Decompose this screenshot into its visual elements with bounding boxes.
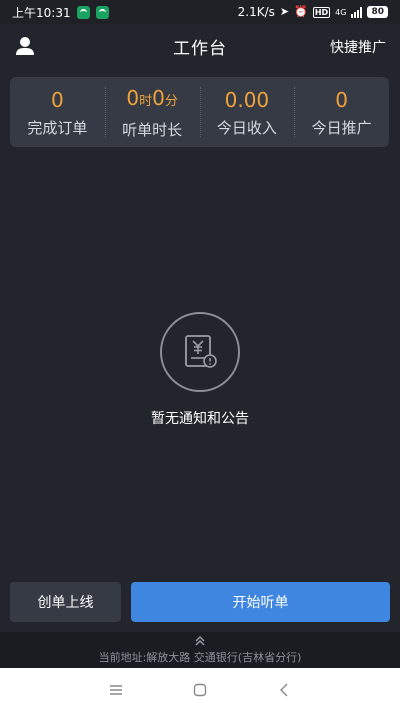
clock: 上午10:31 — [12, 5, 71, 20]
page-title: 工作台 — [173, 38, 227, 59]
hours-value: 0 — [126, 85, 140, 110]
battery-indicator: 80 — [367, 6, 388, 18]
back-nav-icon[interactable] — [277, 683, 291, 697]
empty-message: 暂无通知和公告 — [151, 411, 249, 427]
minutes-value: 0 — [152, 85, 165, 110]
app-notification-icon — [76, 5, 90, 19]
signal-icon — [351, 6, 363, 18]
current-address: 当前地址:解放大路 交通银行(吉林省分行) — [98, 651, 302, 664]
start-listening-button[interactable]: 开始听单 — [131, 582, 390, 622]
chevron-up-icon[interactable] — [193, 635, 207, 647]
minutes-unit: 分 — [164, 93, 178, 109]
alarm-icon: ⏰ — [294, 5, 308, 18]
stat-today-promote[interactable]: 0 今日推广 — [294, 77, 389, 147]
header: 工作台 快捷推广 — [0, 24, 400, 68]
stat-value: 0 — [51, 87, 64, 112]
hours-unit: 时 — [139, 93, 153, 109]
empty-circle — [160, 312, 240, 392]
status-bar-left: 上午10:31 — [12, 4, 109, 21]
hd-badge: HD — [312, 6, 331, 18]
stat-label: 完成订单 — [27, 118, 88, 137]
receipt-yuan-icon — [185, 335, 217, 368]
user-icon[interactable] — [14, 36, 36, 56]
network-speed: 2.1K/s — [237, 5, 275, 19]
stat-value: 0时0分 — [126, 85, 178, 115]
create-order-online-button[interactable]: 创单上线 — [10, 582, 121, 622]
quick-promote-button[interactable]: 快捷推广 — [330, 37, 386, 57]
stat-value: 0 — [335, 87, 348, 112]
stat-listen-duration[interactable]: 0时0分 听单时长 — [104, 77, 200, 147]
address-bar[interactable]: 当前地址:解放大路 交通银行(吉林省分行) — [0, 632, 400, 668]
status-bar-right: 2.1K/s ➤ ⏰ HD 4G 80 — [238, 5, 388, 19]
stat-today-income[interactable]: 0.00 今日收入 — [199, 77, 295, 147]
stats-card: 0 完成订单 0时0分 听单时长 0.00 今日收入 0 今日推广 — [10, 77, 389, 147]
menu-nav-icon[interactable] — [109, 683, 123, 697]
location-icon: ➤ — [279, 5, 290, 18]
stat-label: 今日推广 — [311, 118, 372, 137]
home-nav-icon[interactable] — [193, 683, 207, 697]
network-type: 4G — [335, 7, 347, 17]
system-nav-bar — [0, 668, 400, 711]
status-bar: 上午10:31 2.1K/s ➤ ⏰ HD 4G 80 — [0, 0, 400, 24]
stat-label: 听单时长 — [122, 120, 183, 139]
stat-value: 0.00 — [224, 87, 270, 112]
empty-state: 暂无通知和公告 — [0, 312, 400, 428]
stat-label: 今日收入 — [216, 118, 277, 137]
stat-completed-orders[interactable]: 0 完成订单 — [10, 77, 105, 147]
app-notification-icon-2 — [95, 5, 109, 19]
